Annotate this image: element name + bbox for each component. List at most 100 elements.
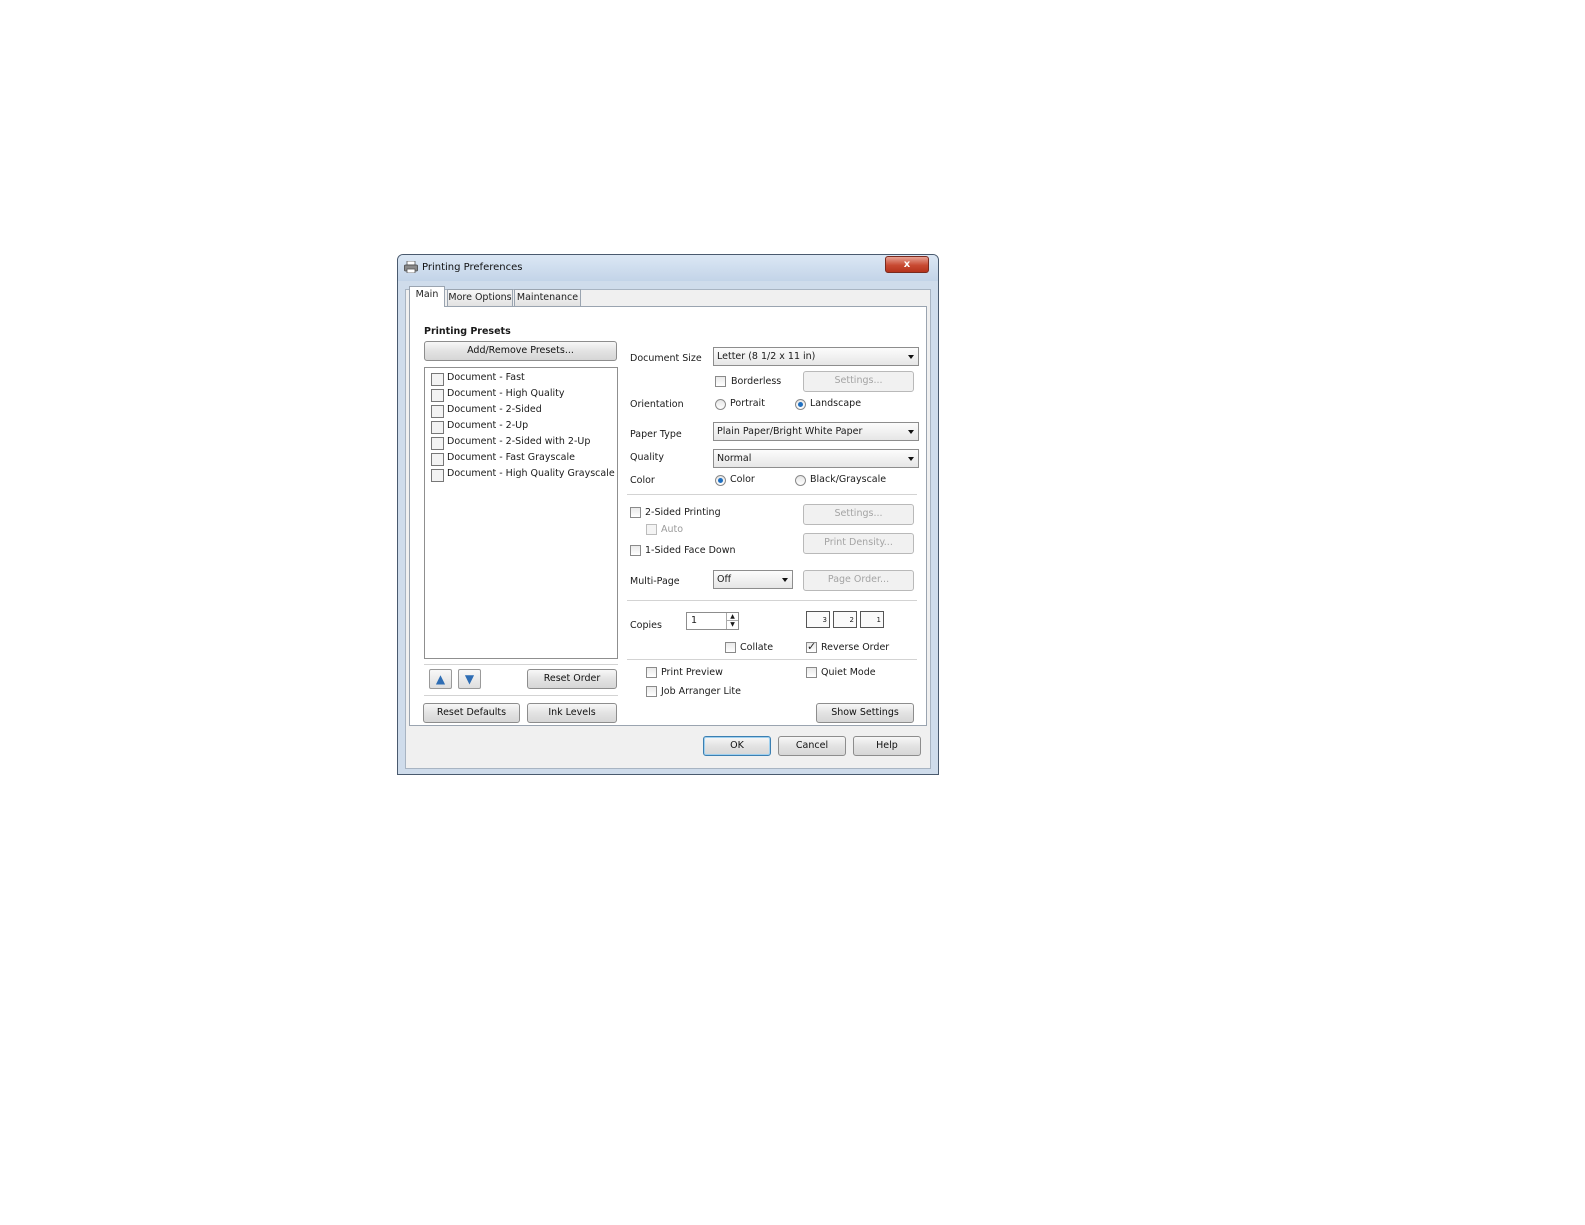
quiet-mode-label: Quiet Mode: [821, 667, 876, 678]
reverse-order-checkbox[interactable]: [806, 640, 817, 653]
black-grayscale-label: Black/Grayscale: [810, 474, 887, 485]
multi-page-select[interactable]: Off: [713, 570, 793, 589]
portrait-radio[interactable]: [715, 399, 726, 410]
collate-label: Collate: [740, 642, 774, 653]
dialog-client-area: Main More Options Maintenance Printing P…: [405, 286, 931, 769]
collate-checkbox[interactable]: [725, 642, 736, 653]
tab-maintenance[interactable]: Maintenance: [514, 289, 581, 306]
chevron-down-icon: [908, 430, 914, 434]
two-sided-printing-label: 2-Sided Printing: [645, 507, 721, 518]
tab-more-options-label: More Options: [448, 292, 512, 303]
quality-select[interactable]: Normal: [713, 449, 919, 468]
paper-type-select[interactable]: Plain Paper/Bright White Paper: [713, 422, 919, 441]
reverse-order-label: Reverse Order: [821, 642, 890, 653]
ink-levels-button[interactable]: Ink Levels: [527, 703, 617, 723]
preset-label: Document - High Quality Grayscale: [447, 468, 615, 479]
stepper-down-icon[interactable]: ▼: [726, 621, 738, 629]
document-size-select[interactable]: Letter (8 1/2 x 11 in): [713, 347, 919, 366]
document-preset-icon: [431, 469, 444, 482]
reset-order-button[interactable]: Reset Order: [527, 669, 617, 689]
collate-page-icon: 3: [806, 611, 830, 628]
printer-icon: [404, 261, 418, 273]
auto-checkbox[interactable]: [646, 524, 657, 535]
chevron-down-icon: [908, 355, 914, 359]
orientation-label: Orientation: [630, 399, 684, 410]
chevron-down-icon: [908, 457, 914, 461]
preset-label: Document - Fast Grayscale: [447, 452, 575, 463]
document-preset-icon: [431, 453, 444, 466]
divider: [627, 659, 917, 660]
move-down-button[interactable]: ▼: [458, 669, 481, 689]
multi-page-label: Multi-Page: [630, 576, 680, 587]
one-sided-face-down-label: 1-Sided Face Down: [645, 545, 736, 556]
collate-page-icon: 1: [860, 611, 884, 628]
two-sided-printing-checkbox[interactable]: [630, 507, 641, 518]
quiet-mode-checkbox[interactable]: [806, 667, 817, 678]
color-label: Color: [630, 475, 655, 486]
close-button[interactable]: x: [885, 256, 929, 273]
collate-page-icon: 2: [833, 611, 857, 628]
window-title: Printing Preferences: [422, 262, 523, 273]
portrait-label: Portrait: [730, 398, 765, 409]
document-size-label: Document Size: [630, 353, 702, 364]
title-bar[interactable]: Printing Preferences x: [398, 255, 938, 281]
copies-stepper[interactable]: 1 ▲ ▼: [686, 612, 739, 630]
borderless-settings-button[interactable]: Settings...: [803, 371, 914, 392]
borderless-checkbox[interactable]: [715, 376, 726, 387]
print-preview-label: Print Preview: [661, 667, 723, 678]
stepper-up-icon[interactable]: ▲: [726, 613, 738, 621]
divider: [424, 664, 618, 665]
document-preset-icon: [431, 373, 444, 386]
cancel-button[interactable]: Cancel: [778, 736, 846, 756]
document-preset-icon: [431, 421, 444, 434]
document-preset-icon: [431, 437, 444, 450]
divider: [627, 494, 917, 495]
black-grayscale-radio[interactable]: [795, 475, 806, 486]
copies-value: 1: [691, 615, 698, 626]
printing-presets-heading: Printing Presets: [424, 326, 511, 337]
color-option-label: Color: [730, 474, 755, 485]
preset-list[interactable]: Document - Fast Document - High Quality …: [424, 367, 618, 659]
one-sided-face-down-checkbox[interactable]: [630, 545, 641, 556]
color-radio[interactable]: [715, 475, 726, 486]
job-arranger-lite-checkbox[interactable]: [646, 686, 657, 697]
multi-page-value: Off: [717, 574, 732, 585]
page-order-button[interactable]: Page Order...: [803, 570, 914, 591]
preset-label: Document - Fast: [447, 372, 525, 383]
printing-preferences-window: Printing Preferences x Main More Options…: [397, 254, 939, 775]
chevron-down-icon: [782, 578, 788, 582]
tab-main-label: Main: [415, 289, 439, 300]
print-preview-checkbox[interactable]: [646, 667, 657, 678]
quality-value: Normal: [717, 453, 752, 464]
tab-main[interactable]: Main: [409, 286, 445, 307]
preset-label: Document - 2-Sided with 2-Up: [447, 436, 591, 447]
reset-defaults-button[interactable]: Reset Defaults: [423, 703, 520, 723]
preset-label: Document - 2-Sided: [447, 404, 542, 415]
document-preset-icon: [431, 405, 444, 418]
ok-button[interactable]: OK: [703, 736, 771, 756]
landscape-radio[interactable]: [795, 399, 806, 410]
divider: [627, 600, 917, 601]
arrow-up-icon: ▲: [435, 672, 446, 686]
quality-label: Quality: [630, 452, 664, 463]
paper-type-value: Plain Paper/Bright White Paper: [717, 426, 863, 437]
print-density-button[interactable]: Print Density...: [803, 533, 914, 554]
job-arranger-lite-label: Job Arranger Lite: [661, 686, 741, 697]
preset-label: Document - 2-Up: [447, 420, 529, 431]
tab-more-options[interactable]: More Options: [447, 289, 513, 306]
main-tab-panel: Printing Presets Add/Remove Presets... D…: [409, 306, 927, 726]
document-size-value: Letter (8 1/2 x 11 in): [717, 351, 816, 362]
tab-maintenance-label: Maintenance: [516, 292, 579, 303]
borderless-label: Borderless: [731, 376, 782, 387]
move-up-button[interactable]: ▲: [429, 669, 452, 689]
close-icon: x: [903, 259, 911, 270]
help-button[interactable]: Help: [853, 736, 921, 756]
arrow-down-icon: ▼: [464, 672, 475, 686]
preset-label: Document - High Quality: [447, 388, 565, 399]
show-settings-button[interactable]: Show Settings: [816, 703, 914, 723]
copies-label: Copies: [630, 620, 662, 631]
document-preset-icon: [431, 389, 444, 402]
add-remove-presets-button[interactable]: Add/Remove Presets...: [424, 341, 617, 361]
two-sided-settings-button[interactable]: Settings...: [803, 504, 914, 525]
landscape-label: Landscape: [810, 398, 862, 409]
